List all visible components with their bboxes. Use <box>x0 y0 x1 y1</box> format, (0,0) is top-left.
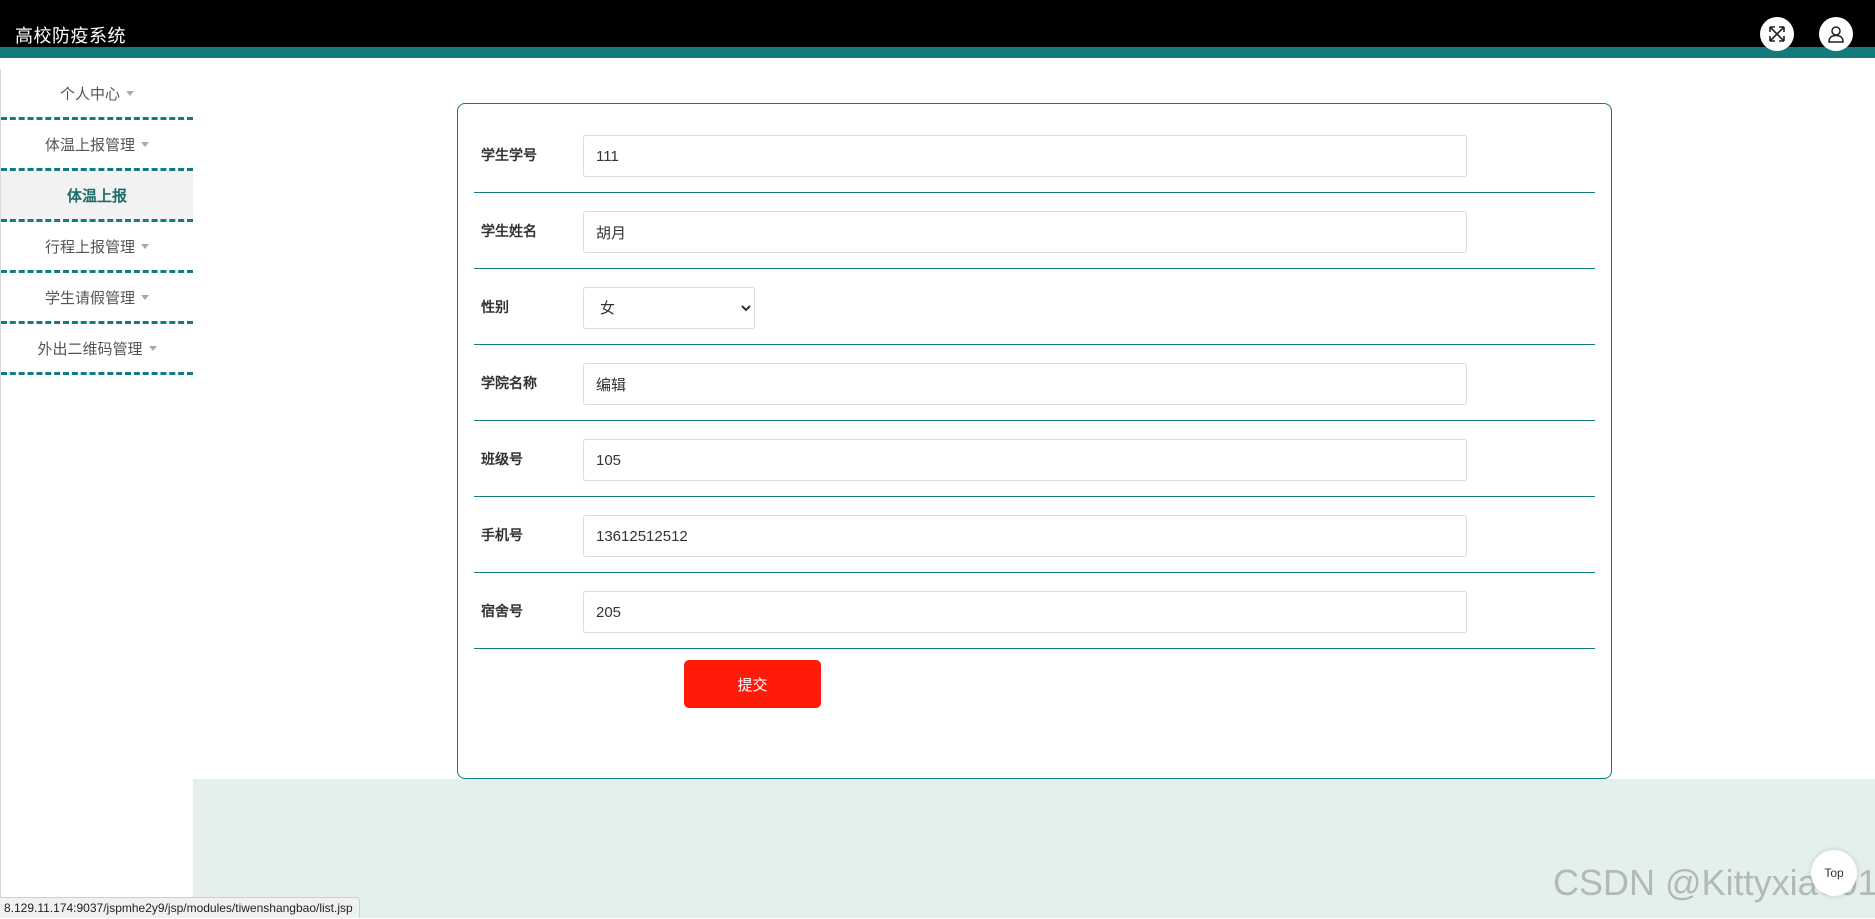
sidebar-item-leave-management[interactable]: 学生请假管理 <box>1 273 193 324</box>
sidebar: 个人中心 体温上报管理 体温上报 行程上报管理 学生请假管理 外出二维码管理 <box>0 69 193 918</box>
student-id-input[interactable] <box>583 135 1467 177</box>
user-button[interactable] <box>1819 17 1853 51</box>
form-row-college: 学院名称 <box>474 345 1595 421</box>
sidebar-item-itinerary-management[interactable]: 行程上报管理 <box>1 222 193 273</box>
sidebar-item-label: 体温上报管理 <box>44 136 135 154</box>
caret-down-icon <box>141 294 149 300</box>
sidebar-item-label: 个人中心 <box>59 85 120 103</box>
field-label: 学生姓名 <box>481 223 537 239</box>
app-title: 高校防疫系统 <box>15 26 126 46</box>
field-label: 学院名称 <box>481 375 537 391</box>
dorm-number-input[interactable] <box>583 591 1467 633</box>
back-to-top-button[interactable]: Top <box>1811 850 1857 896</box>
field-label: 宿舍号 <box>481 603 523 619</box>
user-icon <box>1828 26 1844 43</box>
sidebar-item-temperature-report[interactable]: 体温上报 <box>1 171 193 222</box>
form-row-phone: 手机号 <box>474 497 1595 573</box>
fullscreen-button[interactable] <box>1760 17 1794 51</box>
caret-down-icon <box>126 90 134 96</box>
form-row-class: 班级号 <box>474 421 1595 497</box>
field-label: 手机号 <box>481 527 523 543</box>
sidebar-item-label: 外出二维码管理 <box>37 340 143 358</box>
field-label: 班级号 <box>481 451 523 467</box>
form-row-student-id: 学生学号 <box>474 117 1595 193</box>
expand-arrows-icon <box>1769 26 1785 42</box>
sidebar-item-temperature-management[interactable]: 体温上报管理 <box>1 120 193 171</box>
phone-input[interactable] <box>583 515 1467 557</box>
form-row-gender: 性别 女 <box>474 269 1595 345</box>
sidebar-item-personal-center[interactable]: 个人中心 <box>1 69 193 120</box>
submit-button[interactable]: 提交 <box>684 660 821 708</box>
field-label: 学生学号 <box>481 147 537 163</box>
sidebar-item-label: 学生请假管理 <box>44 289 135 307</box>
sidebar-item-label: 体温上报 <box>66 187 127 205</box>
class-number-input[interactable] <box>583 439 1467 481</box>
field-label: 性别 <box>481 299 509 315</box>
gender-select[interactable]: 女 <box>583 287 755 329</box>
top-header: 高校防疫系统 <box>0 0 1875 58</box>
sidebar-item-label: 行程上报管理 <box>44 238 135 256</box>
form-row-student-name: 学生姓名 <box>474 193 1595 269</box>
report-form: 学生学号 学生姓名 性别 女 学院名称 班级号 手机号 宿舍号 提交 <box>457 103 1612 779</box>
caret-down-icon <box>141 141 149 147</box>
caret-down-icon <box>148 345 157 351</box>
sidebar-item-qrcode-management[interactable]: 外出二维码管理 <box>1 324 193 375</box>
caret-down-icon <box>141 243 149 249</box>
back-to-top-label: Top <box>1824 866 1844 880</box>
college-name-input[interactable] <box>583 363 1467 405</box>
student-name-input[interactable] <box>583 211 1467 253</box>
form-row-dorm: 宿舍号 <box>474 573 1595 649</box>
status-bar-url: 8.129.11.174:9037/jspmhe2y9/jsp/modules/… <box>0 897 360 918</box>
